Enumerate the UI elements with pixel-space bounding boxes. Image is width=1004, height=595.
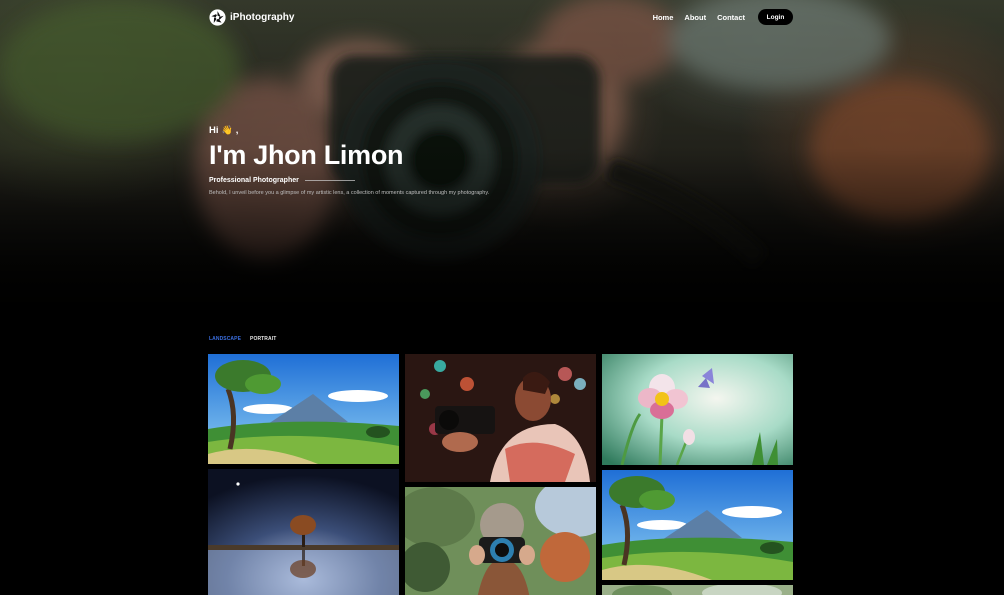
hero-role: Professional Photographer [209,177,299,184]
aperture-icon [209,8,226,26]
gallery-image-flower-butterfly[interactable] [602,354,793,465]
greeting: Hi 👋, [209,125,769,136]
tab-portrait[interactable]: PORTRAIT [250,336,276,342]
hero-name: I'm Jhon Limon [209,140,404,170]
gallery-image-photographer-bokeh[interactable] [405,354,596,482]
greeting-text: Hi [209,125,219,136]
gallery-image-landscape-tree[interactable] [208,354,399,464]
nav-link-about[interactable]: About [684,13,706,22]
gallery-image-landscape-tree-2[interactable] [602,470,793,580]
waving-hand-icon: 👋 [221,125,233,135]
hero-intro: Hi 👋, I'm Jhon Limon Professional Photog… [209,125,769,196]
gallery-image-camera-portrait[interactable] [405,487,596,595]
greeting-suffix: , [235,125,239,136]
top-nav: iPhotography Home About Contact Login [209,8,793,26]
nav-link-home[interactable]: Home [653,13,674,22]
gallery-image-night-tree[interactable] [208,469,399,595]
nav-links: Home About Contact Login [653,9,793,25]
role-row: Professional Photographer [209,177,769,184]
gallery-image-partial[interactable] [602,585,793,595]
hero-tagline: Behold, I unveil before you a glimpse of… [209,190,490,196]
brand-name: iPhotography [230,11,295,23]
page: iPhotography Home About Contact Login Hi… [0,0,1004,595]
gallery-filter-tabs: LANDSCAPE PORTRAIT [209,336,276,342]
nav-link-contact[interactable]: Contact [717,13,745,22]
tab-landscape[interactable]: LANDSCAPE [209,336,241,342]
brand-logo[interactable]: iPhotography [209,8,295,26]
role-divider [304,180,355,181]
login-button[interactable]: Login [758,9,793,25]
